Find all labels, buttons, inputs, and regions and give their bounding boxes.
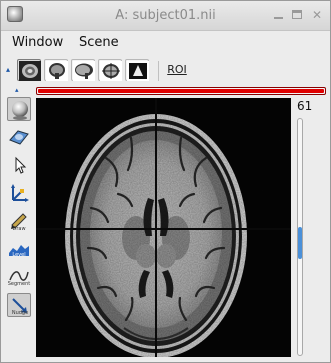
maximize-icon[interactable]	[290, 8, 304, 22]
sphere-tool-icon[interactable]	[7, 97, 31, 121]
segment-tool-icon[interactable]: Segment	[7, 265, 31, 289]
menu-bar: Window Scene	[1, 32, 330, 54]
level-tool-icon[interactable]: Level	[7, 237, 31, 261]
menu-scene[interactable]: Scene	[79, 35, 119, 50]
toolbar-separator	[158, 61, 159, 81]
surface-tool-icon[interactable]	[7, 125, 31, 149]
slice-slider[interactable]	[297, 118, 303, 356]
slice-viewport[interactable]	[36, 98, 291, 357]
sagittal-view-icon[interactable]	[71, 59, 95, 81]
progress-bar	[36, 87, 326, 95]
nudge-tool-icon[interactable]: Nudge	[7, 293, 31, 317]
slice-slider-thumb[interactable]	[298, 227, 302, 259]
view-toolbar: ▴ ROI	[1, 56, 330, 86]
render-view-icon[interactable]	[125, 59, 149, 81]
slice-number: 61	[297, 99, 313, 113]
toolbar-grip-icon[interactable]: ▴	[6, 66, 12, 74]
tool-palette: Draw Level Segment Nudge	[5, 97, 33, 359]
minimize-icon[interactable]	[271, 8, 285, 22]
progress-fill	[38, 89, 324, 93]
close-icon[interactable]: ✕	[310, 8, 324, 22]
roi-button[interactable]: ROI	[164, 60, 190, 80]
draw-tool-icon[interactable]: Draw	[7, 209, 31, 233]
multiplanar-view-icon[interactable]	[98, 59, 122, 81]
menu-window[interactable]: Window	[12, 35, 63, 50]
app-window: A: subject01.nii ✕ Window Scene ▴ ROI ▴	[0, 0, 331, 363]
title-bar[interactable]: A: subject01.nii ✕	[1, 1, 330, 31]
brain-slice-image	[36, 98, 291, 357]
panel-grip-icon[interactable]: ▴	[15, 87, 19, 94]
coronal-view-icon[interactable]	[44, 59, 68, 81]
axial-view-icon[interactable]	[17, 59, 41, 81]
axes-tool-icon[interactable]	[7, 181, 31, 205]
pointer-tool-icon[interactable]	[7, 153, 31, 177]
